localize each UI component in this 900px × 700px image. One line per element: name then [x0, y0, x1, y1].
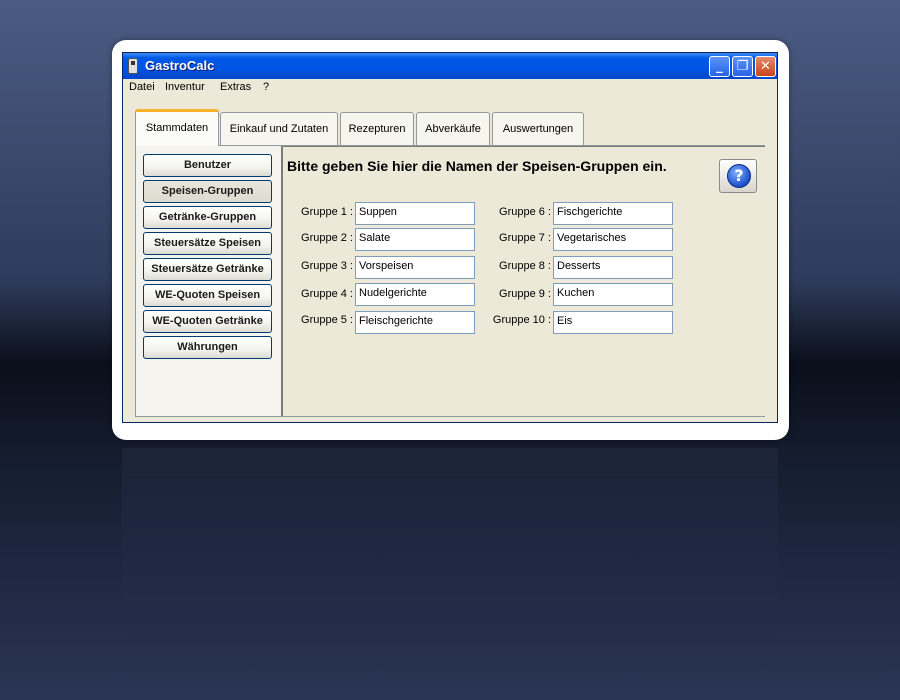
group-label: Gruppe 10 :: [492, 314, 551, 326]
nav-button-speisen-gruppen[interactable]: Speisen-Gruppen: [143, 180, 272, 203]
menu-extras[interactable]: Extras: [220, 81, 251, 93]
menu-help[interactable]: ?: [263, 81, 269, 93]
group-input[interactable]: Fleischgerichte: [355, 311, 475, 334]
tab-panel-stammdaten: Benutzer Speisen-Gruppen Getränke-Gruppe…: [135, 145, 765, 417]
nav-button-we-quoten-speisen[interactable]: WE-Quoten Speisen: [143, 284, 272, 307]
menu-bar: Datei Inventur Extras ?: [123, 79, 777, 97]
menu-inventur[interactable]: Inventur: [165, 81, 205, 93]
nav-button-steuersaetze-getraenke[interactable]: Steuersätze Getränke: [143, 258, 272, 281]
group-input[interactable]: Eis: [553, 311, 673, 334]
content-area: Bitte geben Sie hier die Namen der Speis…: [281, 146, 765, 416]
minimize-button[interactable]: _: [709, 56, 730, 77]
window-reflection: [122, 448, 778, 648]
close-button[interactable]: ✕: [755, 56, 776, 77]
group-input[interactable]: Kuchen: [553, 283, 673, 306]
group-input[interactable]: Nudelgerichte: [355, 283, 475, 306]
nav-button-we-quoten-getraenke[interactable]: WE-Quoten Getränke: [143, 310, 272, 333]
group-input[interactable]: Desserts: [553, 256, 673, 279]
maximize-button[interactable]: ❐: [732, 56, 753, 77]
app-icon[interactable]: [128, 58, 138, 74]
title-bar[interactable]: GastroCalc _ ❐ ✕: [123, 53, 777, 79]
help-icon: ?: [727, 164, 751, 188]
group-label: Gruppe 3 :: [301, 260, 353, 272]
group-input[interactable]: Suppen: [355, 202, 475, 225]
group-label: Gruppe 6 :: [499, 206, 551, 218]
group-input[interactable]: Salate: [355, 228, 475, 251]
group-label: Gruppe 5 :: [301, 314, 353, 326]
group-input[interactable]: Vegetarisches: [553, 228, 673, 251]
nav-button-benutzer[interactable]: Benutzer: [143, 154, 272, 177]
page-heading: Bitte geben Sie hier die Namen der Speis…: [287, 158, 667, 174]
group-label: Gruppe 2 :: [301, 232, 353, 244]
menu-datei[interactable]: Datei: [129, 81, 155, 93]
group-input[interactable]: Vorspeisen: [355, 256, 475, 279]
nav-button-waehrungen[interactable]: Währungen: [143, 336, 272, 359]
tab-einkauf-und-zutaten[interactable]: Einkauf und Zutaten: [220, 112, 338, 145]
app-window: GastroCalc _ ❐ ✕ Datei Inventur Extras ?…: [122, 52, 778, 423]
tab-stammdaten[interactable]: Stammdaten: [135, 109, 219, 146]
tab-rezepturen[interactable]: Rezepturen: [340, 112, 414, 145]
group-label: Gruppe 4 :: [301, 288, 353, 300]
group-label: Gruppe 8 :: [499, 260, 551, 272]
nav-button-steuersaetze-speisen[interactable]: Steuersätze Speisen: [143, 232, 272, 255]
help-button[interactable]: ?: [719, 159, 757, 193]
group-label: Gruppe 9 :: [499, 288, 551, 300]
nav-button-getraenke-gruppen[interactable]: Getränke-Gruppen: [143, 206, 272, 229]
group-label: Gruppe 7 :: [499, 232, 551, 244]
reflection-panel: [122, 448, 778, 648]
group-label: Gruppe 1 :: [301, 206, 353, 218]
window-title: GastroCalc: [145, 58, 215, 73]
group-input[interactable]: Fischgerichte: [553, 202, 673, 225]
tab-auswertungen[interactable]: Auswertungen: [492, 112, 584, 145]
tab-abverkaeufe[interactable]: Abverkäufe: [416, 112, 490, 145]
